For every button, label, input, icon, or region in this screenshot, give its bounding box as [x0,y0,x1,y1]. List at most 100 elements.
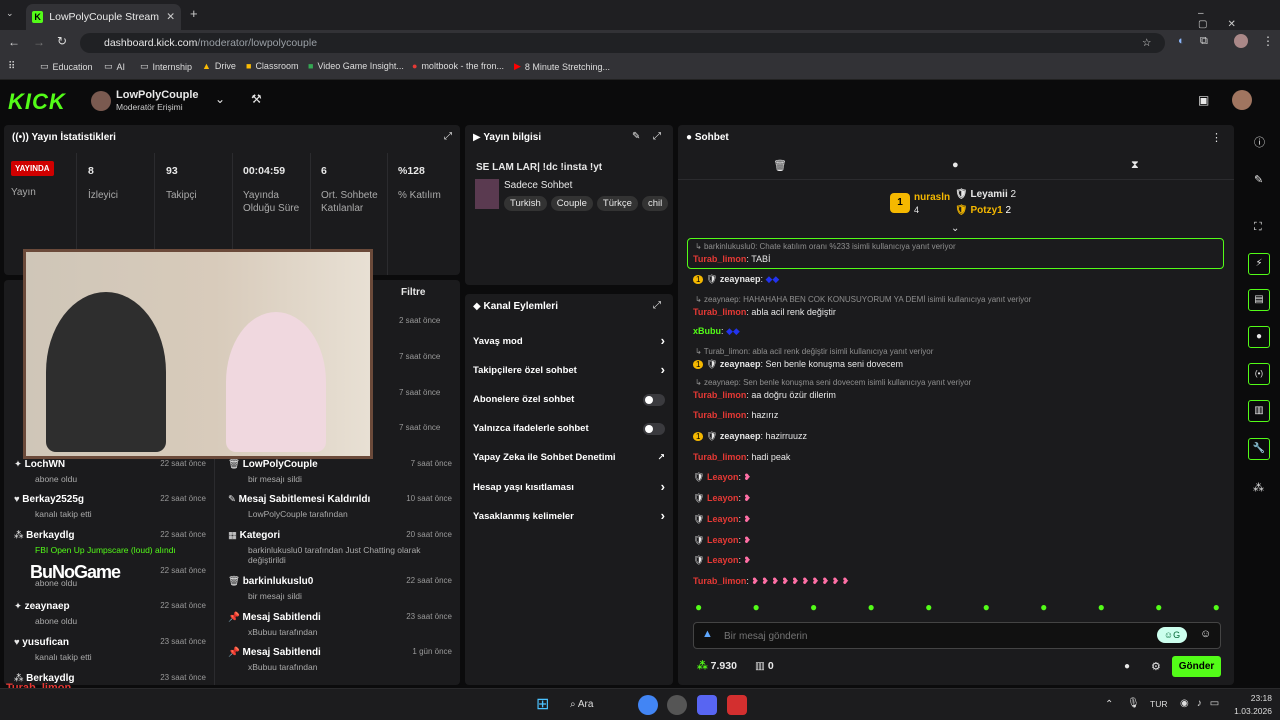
chat-username[interactable]: Leayon [707,472,739,482]
kicks-icon[interactable]: ⁂ [1253,481,1264,494]
bookmark-moltbook[interactable]: ● moltbook - the fron... [412,61,504,71]
bookmark-stretching[interactable]: ▶ 8 Minute Stretching... [514,61,610,72]
chat-message[interactable]: 1 🛡 zeaynaep: ◆◆ [693,274,779,285]
extensions-icon[interactable]: ⧉ [1200,35,1208,48]
bookmark-ai[interactable]: ▭ AI [104,61,125,72]
taskbar-search[interactable]: ⌕ Ara [570,695,630,715]
notes-icon[interactable]: ▤ [1248,289,1270,311]
close-tab-icon[interactable]: ✕ [166,11,175,23]
chat-message[interactable]: Turab_limon: abla acil renk değiştir [693,307,836,317]
browser-tab[interactable]: K LowPolyCouple Stream - Kick D ✕ [26,4,181,30]
tray-chevron-icon[interactable]: ⌃ [1105,699,1113,710]
quick-actions-icon[interactable]: ⚡ [1248,253,1270,275]
discord-icon[interactable] [697,695,717,715]
activity-icon[interactable]: ▥ [1248,400,1270,422]
collapse-leaderboard-icon[interactable]: ⌄ [951,223,959,234]
bookmark-classroom[interactable]: ■ Classroom [246,61,298,71]
channel-switch-chevron-icon[interactable]: ⌄ [215,92,225,106]
chat-message[interactable]: 1 🛡 zeaynaep: hazirruuzz [693,431,807,442]
expand-icon[interactable]: ⤢ [653,300,661,311]
reload-icon[interactable]: ↻ [57,34,67,48]
settings-gear-icon[interactable]: ⚙ [1151,660,1161,673]
clock[interactable]: 23:18 1.03.2026 [1232,693,1272,716]
expand-icon[interactable]: ⤢ [444,131,452,142]
language-indicator[interactable]: TUR [1150,699,1167,709]
smiley-icon[interactable]: ☺ [1200,628,1211,640]
chat-message[interactable]: 🛡 Leayon: ❥ [693,535,751,546]
chat-username[interactable]: xBubu [693,326,721,336]
chat-username[interactable]: Turab_limon [693,410,746,420]
apps-icon[interactable]: ⠿ [8,61,15,72]
expand-icon[interactable]: ⤢ [653,131,661,142]
tag[interactable]: Turkish [504,196,547,211]
system-tray-icons[interactable]: ◉♪▭ [1180,698,1227,709]
chat-menu-icon[interactable]: ⋮ [1211,131,1222,144]
chat-bubble-icon[interactable]: ● [1124,661,1130,672]
chat-bubble-icon[interactable]: ● [952,159,959,171]
extension-icon[interactable]: ◐ [1178,35,1185,47]
windows-start-icon[interactable]: ⊞ [536,695,556,715]
emote-only-toggle[interactable] [643,423,665,435]
window-controls[interactable]: –▢✕ [1198,8,1280,30]
account-age-row[interactable]: Hesap yaşı kısıtlaması › [473,479,665,494]
layout-icon[interactable]: ▣ [1198,93,1209,107]
chat-message[interactable]: Turab_limon: hazırız [693,410,778,420]
slow-mode-row[interactable]: Yavaş mod › [473,333,665,348]
emote-icon[interactable]: ● [1155,600,1162,614]
subscribers-only-toggle[interactable] [643,394,665,406]
chat-username[interactable]: Leayon [707,555,739,565]
microphone-icon[interactable]: 🎙 [1127,698,1140,709]
info-icon[interactable]: ⓘ [1254,134,1265,150]
chat-message[interactable]: Turab_limon: hadi peak [693,452,790,462]
chat-username[interactable]: Turab_limon [693,390,746,400]
new-tab-icon[interactable]: + [190,6,198,21]
back-icon[interactable]: ← [8,35,20,49]
tag[interactable]: chil [641,196,669,211]
chat-message[interactable]: 🛡 Leayon: ❥ [693,555,751,566]
chat-message[interactable]: Turab_limon: ❥ ❥ ❥ ❥ ❥ ❥ ❥ ❥ ❥ ❥ [693,576,849,587]
send-button[interactable]: Gönder [1172,656,1221,677]
edit-icon[interactable]: ✎ [632,131,640,142]
tag[interactable]: Couple [550,196,593,211]
bookmark-drive[interactable]: ▲ Drive [202,61,236,71]
chrome-profile-icon[interactable] [667,695,687,715]
wrench-icon[interactable]: 🔧 [1248,438,1270,460]
chat-message[interactable]: 🛡 Leayon: ❥ [693,514,751,525]
chat-message[interactable]: Turab_limon: TABİ [693,254,771,264]
edit-icon[interactable]: ✎ [1254,173,1263,186]
chat-message[interactable]: 🛡 Leayon: ❥ [693,493,751,504]
chat-username[interactable]: Turab_limon [693,576,746,586]
kick-logo[interactable]: KICK [8,89,66,115]
tag[interactable]: Türkçe [596,196,638,211]
chat-username[interactable]: Turab_limon [693,254,746,264]
emote-icon[interactable]: ● [753,600,760,614]
trash-icon[interactable]: 🗑 [773,159,787,172]
chat-message[interactable]: 1 🛡 zeaynaep: Sen benle konuşma seni dov… [693,359,903,370]
chat-username[interactable]: zeaynaep [720,359,761,369]
chat-username[interactable]: Leayon [707,493,739,503]
ai-moderation-row[interactable]: Yapay Zeka ile Sohbet Denetimi ↗ [473,452,665,463]
user-avatar[interactable] [1232,90,1252,110]
store-display[interactable]: ▥ 0 [755,660,774,672]
emote-icon[interactable]: ● [1098,600,1105,614]
filter-button[interactable]: Filtre [401,287,425,298]
bookmark-education[interactable]: ▭ Education [40,61,93,72]
app-icon[interactable] [727,695,747,715]
bookmark-video-game[interactable]: ■ Video Game Insight... [308,61,404,71]
chat-username[interactable]: Turab_limon [693,307,746,317]
points-display[interactable]: ⁂ 7.930 [697,660,737,672]
emote-icon[interactable]: ● [1213,600,1220,614]
followers-only-row[interactable]: Takipçilere özel sohbet › [473,362,665,377]
command-icon[interactable]: ▲ [702,628,713,640]
chat-message[interactable]: xBubu: ◆◆ [693,326,740,337]
fullscreen-icon[interactable]: ⛶ [1254,221,1262,234]
chat-username[interactable]: Leayon [707,535,739,545]
emote-icon[interactable]: ● [925,600,932,614]
profile-avatar[interactable] [1234,34,1248,48]
chat-message[interactable]: Turab_limon: aa doğru özür dilerim [693,390,836,400]
menu-icon[interactable]: ⋮ [1262,34,1274,48]
emote-icon[interactable]: ● [810,600,817,614]
chrome-icon[interactable] [638,695,658,715]
chat-username[interactable]: Turab_limon [693,452,746,462]
emote-icon[interactable]: ● [868,600,875,614]
